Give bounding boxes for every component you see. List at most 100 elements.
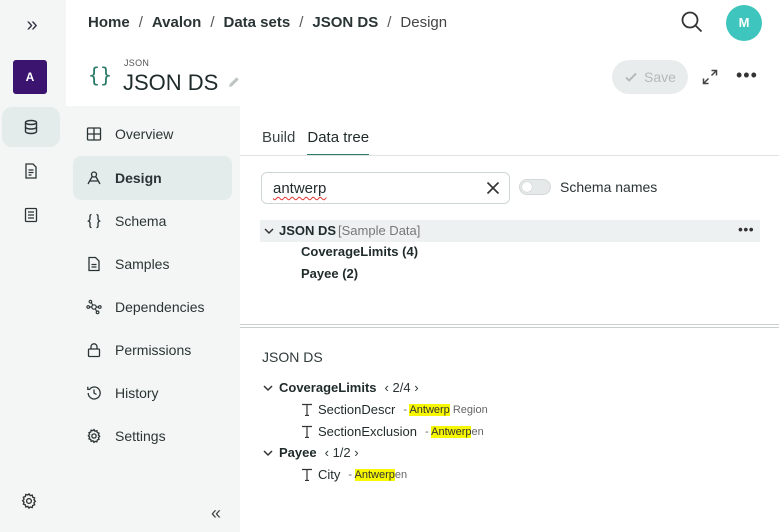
form-icon — [24, 207, 38, 223]
breadcrumb-home[interactable]: Home — [88, 14, 130, 31]
page-title: JSON DS — [123, 70, 219, 95]
field-value: - Antwerp Region — [403, 403, 488, 416]
pane-divider[interactable] — [240, 324, 779, 328]
schema-names-toggle[interactable] — [519, 179, 551, 195]
breadcrumb: Home / Avalon / Data sets / JSON DS / De… — [88, 14, 447, 31]
tab-build[interactable]: Build — [262, 129, 295, 156]
result-field[interactable]: SectionExclusion - Antwerpen — [301, 424, 484, 439]
nav-item-label: Overview — [115, 126, 174, 142]
toggle-knob — [522, 182, 532, 192]
rail-settings-icon[interactable] — [20, 492, 38, 515]
breadcrumb-separator: / — [387, 14, 392, 31]
result-field[interactable]: City - Antwerpen — [301, 467, 407, 482]
app-rail: » A — [0, 0, 66, 532]
breadcrumb-separator: / — [138, 14, 143, 31]
schema-names-label: Schema names — [560, 179, 658, 195]
result-group-payee[interactable]: Payee ‹ 1/2 › — [261, 445, 359, 460]
result-field[interactable]: SectionDescr - Antwerp Region — [301, 402, 488, 417]
group-name: CoverageLimits — [279, 380, 377, 395]
nav-item-label: Schema — [115, 213, 167, 229]
collapse-nav-icon[interactable]: « — [211, 503, 221, 524]
user-avatar[interactable]: M — [726, 5, 762, 41]
org-avatar[interactable]: A — [13, 60, 47, 94]
nav-item-label: Samples — [115, 256, 170, 272]
nav-item-overview[interactable]: Overview — [73, 112, 232, 156]
field-name: SectionDescr — [318, 402, 396, 417]
clear-search-icon[interactable] — [485, 180, 501, 201]
save-button[interactable]: Save — [612, 60, 688, 94]
document-icon — [88, 256, 100, 272]
chevron-down-icon[interactable] — [263, 224, 275, 242]
chevron-down-icon[interactable] — [261, 382, 275, 394]
match-highlight: Antwerp — [431, 425, 472, 438]
tree-root-name: JSON DS — [279, 223, 337, 238]
tree-node-coveragelimits[interactable]: CoverageLimits (4) — [301, 244, 418, 259]
breadcrumb-separator: / — [210, 14, 215, 31]
tab-data-tree[interactable]: Data tree — [307, 129, 370, 156]
field-value: - Antwerpen — [348, 468, 408, 481]
nav-item-design[interactable]: Design — [73, 156, 232, 200]
view-tabs: Build Data tree — [262, 129, 370, 156]
nav-item-settings[interactable]: Settings — [73, 414, 232, 458]
field-value: - Antwerpen — [425, 425, 484, 438]
edit-title-icon[interactable] — [228, 75, 240, 93]
field-name: City — [318, 467, 341, 482]
rail-forms-button[interactable] — [2, 195, 60, 235]
group-name: Payee — [279, 445, 317, 460]
text-type-icon — [302, 425, 312, 438]
pager-value: 1/2 — [332, 445, 351, 460]
prev-icon[interactable]: ‹ — [325, 445, 329, 460]
nav-item-label: History — [115, 385, 159, 401]
gear-icon — [87, 428, 101, 444]
breadcrumb-avalon[interactable]: Avalon — [152, 14, 201, 31]
next-icon[interactable]: › — [354, 445, 358, 460]
grid-icon — [86, 127, 102, 141]
check-icon — [625, 72, 637, 82]
dataset-kind: JSON — [124, 58, 150, 68]
more-options-icon[interactable]: ••• — [736, 66, 758, 84]
network-icon — [86, 299, 102, 315]
text-type-icon — [302, 403, 312, 416]
document-list-icon — [25, 163, 37, 179]
tree-root-row[interactable]: JSON DS [Sample Data] ••• — [260, 220, 760, 242]
nav-item-label: Permissions — [115, 342, 192, 358]
result-group-coveragelimits[interactable]: CoverageLimits ‹ 2/4 › — [261, 380, 419, 395]
design-icon — [87, 171, 101, 185]
nav-item-schema[interactable]: Schema — [73, 199, 232, 243]
nav-item-samples[interactable]: Samples — [73, 242, 232, 286]
match-highlight: Antwerp — [409, 403, 450, 416]
tree-node-payee[interactable]: Payee (2) — [301, 266, 358, 281]
results-title: JSON DS — [262, 349, 323, 365]
prev-icon[interactable]: ‹ — [385, 380, 389, 395]
expand-rail-icon[interactable]: » — [20, 14, 44, 38]
section-nav: Overview Design Schema Samples Dependenc… — [66, 106, 240, 532]
lock-icon — [87, 343, 101, 358]
search-value: antwerp — [273, 180, 327, 197]
breadcrumb-separator: / — [299, 14, 304, 31]
row-more-icon[interactable]: ••• — [738, 222, 754, 236]
rail-documents-button[interactable] — [2, 151, 60, 191]
database-icon — [24, 119, 38, 135]
braces-icon — [87, 213, 101, 229]
group-pager: ‹ 2/4 › — [385, 380, 419, 395]
nav-item-permissions[interactable]: Permissions — [73, 328, 232, 372]
chevron-down-icon[interactable] — [261, 447, 275, 459]
nav-item-history[interactable]: History — [73, 371, 232, 415]
nav-item-label: Dependencies — [115, 299, 205, 315]
next-icon[interactable]: › — [414, 380, 418, 395]
tree-root-tag: [Sample Data] — [338, 223, 421, 238]
text-type-icon — [302, 468, 312, 481]
breadcrumb-json-ds[interactable]: JSON DS — [312, 14, 378, 31]
group-pager: ‹ 1/2 › — [325, 445, 359, 460]
breadcrumb-datasets[interactable]: Data sets — [223, 14, 290, 31]
global-search-icon[interactable] — [680, 10, 704, 39]
fullscreen-icon[interactable] — [701, 68, 719, 91]
tab-divider — [240, 155, 779, 156]
json-braces-icon: {} — [88, 63, 113, 87]
rail-datasets-button[interactable] — [2, 107, 60, 147]
tree-search-input[interactable]: antwerp — [261, 172, 510, 204]
nav-item-dependencies[interactable]: Dependencies — [73, 285, 232, 329]
nav-item-label: Settings — [115, 428, 166, 444]
breadcrumb-current: Design — [400, 14, 448, 31]
history-icon — [87, 386, 101, 400]
